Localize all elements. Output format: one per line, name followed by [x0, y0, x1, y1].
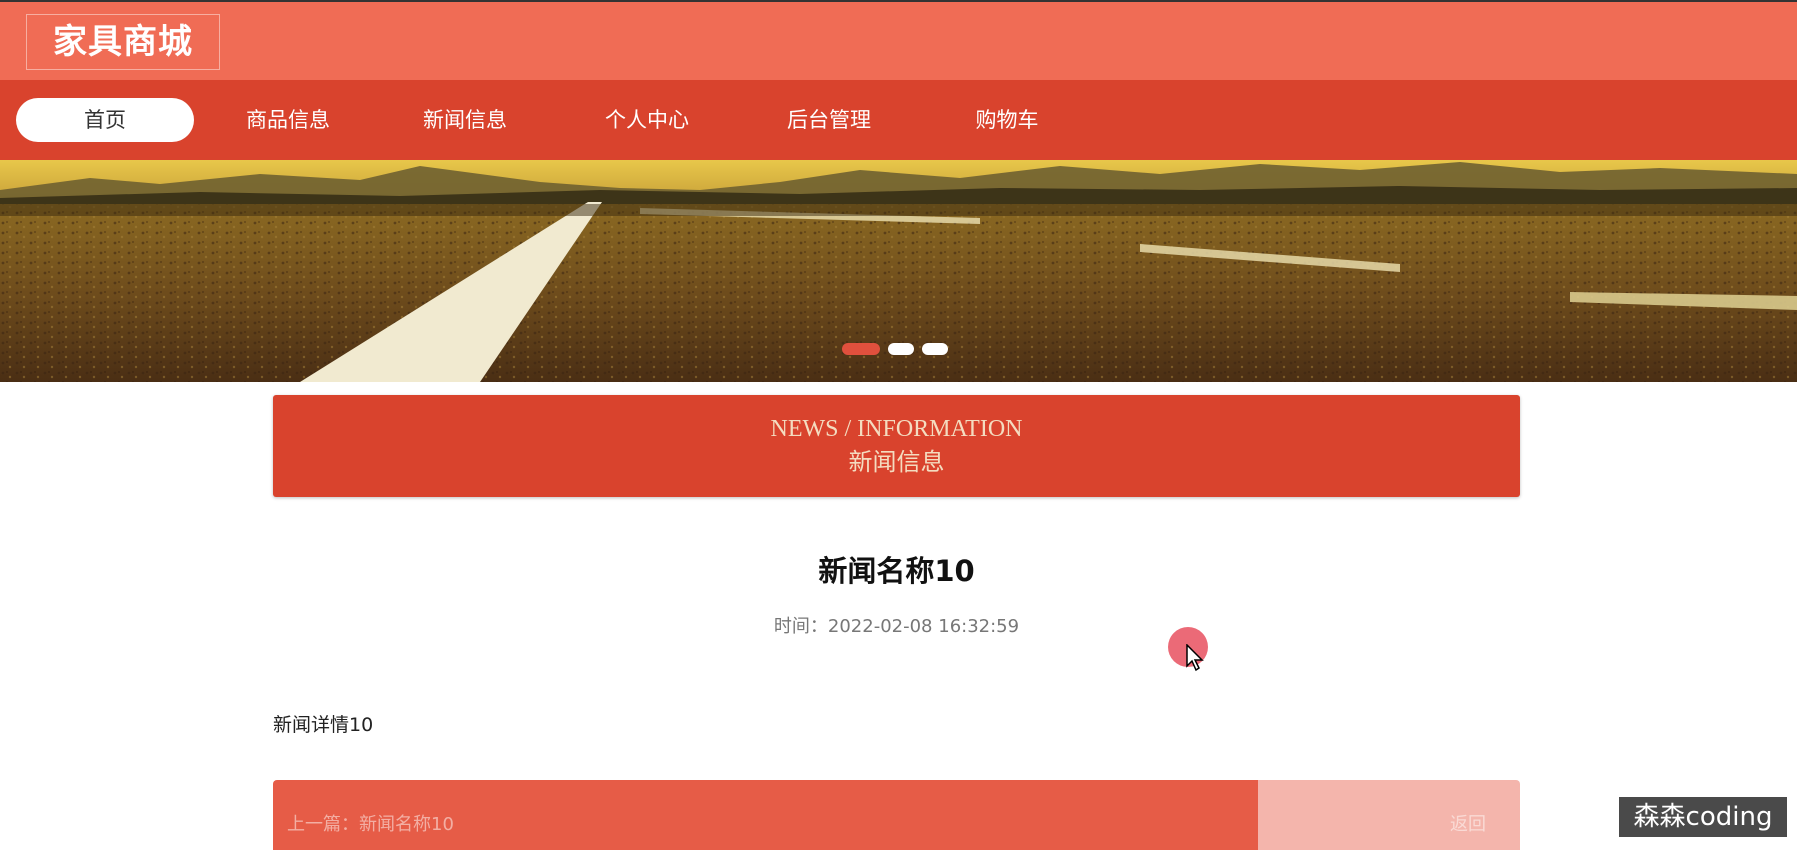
main-nav: 首页 商品信息 新闻信息 个人中心 后台管理 购物车 [0, 80, 1797, 160]
nav-item-news[interactable]: 新闻信息 [376, 98, 554, 142]
next-article-link[interactable]: 上一篇：新闻名称10 [287, 810, 454, 836]
article-detail: 新闻详情10 [273, 714, 374, 736]
mouse-cursor-icon [1186, 644, 1204, 672]
nav-item-home[interactable]: 首页 [16, 98, 194, 142]
article-title: 新闻名称10 [818, 554, 975, 588]
banner-carousel[interactable] [0, 160, 1797, 382]
carousel-dot-3[interactable] [922, 343, 948, 355]
article-time-label: 时间： [773, 616, 828, 637]
article-time: 时间：2022-02-08 16:32:59 [273, 612, 1520, 638]
site-title[interactable]: 家具商城 [26, 14, 220, 70]
section-header: NEWS / INFORMATION 新闻信息 [273, 395, 1520, 497]
carousel-dot-1[interactable] [842, 343, 880, 355]
nav-item-profile[interactable]: 个人中心 [558, 98, 736, 142]
nav-item-cart[interactable]: 购物车 [918, 98, 1096, 142]
section-title-cn: 新闻信息 [848, 448, 945, 476]
article-time-value: 2022-02-08 16:32:59 [827, 616, 1020, 637]
nav-item-admin[interactable]: 后台管理 [740, 98, 918, 142]
carousel-dot-2[interactable] [888, 343, 914, 355]
section-title-en: NEWS / INFORMATION [770, 416, 1023, 442]
nav-item-products[interactable]: 商品信息 [199, 98, 377, 142]
watermark: 森森coding [1619, 797, 1787, 837]
overlay-fade [1258, 772, 1538, 850]
site-header: 家具商城 [0, 0, 1797, 80]
